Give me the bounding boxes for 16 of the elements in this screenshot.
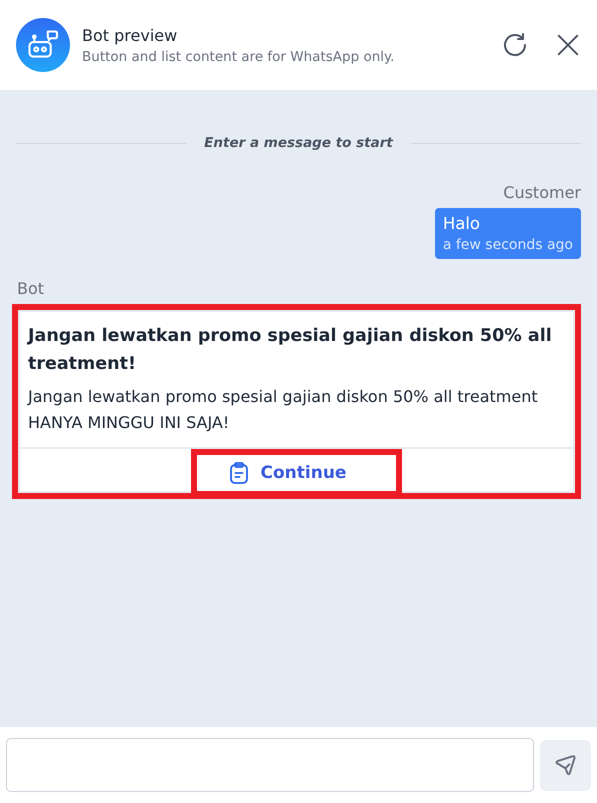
message-time: a few seconds ago [442,237,573,253]
sender-label: Customer [503,183,581,202]
panel-subtitle: Button and list content are for WhatsApp only. [82,48,396,64]
send-icon [552,752,578,778]
send-button[interactable] [540,740,591,790]
refresh-icon[interactable] [501,31,529,59]
message-input[interactable] [6,738,534,792]
start-hint: Enter a message to start [204,135,393,151]
message-title: Jangan lewatkan promo spesial gajian diskon 50% all treatment! [28,325,553,376]
close-icon[interactable] [555,32,581,58]
sender-label: Bot [17,279,44,298]
message-text: Halo [442,214,482,233]
bot-avatar-icon [16,18,70,72]
panel-title: Bot preview [82,26,178,44]
message-text: Jangan lewatkan promo spesial gajian diskon 50% all treatment HANYA MINGGU INI SAJA! [28,386,539,434]
continue-button[interactable]: Continue [196,454,396,491]
